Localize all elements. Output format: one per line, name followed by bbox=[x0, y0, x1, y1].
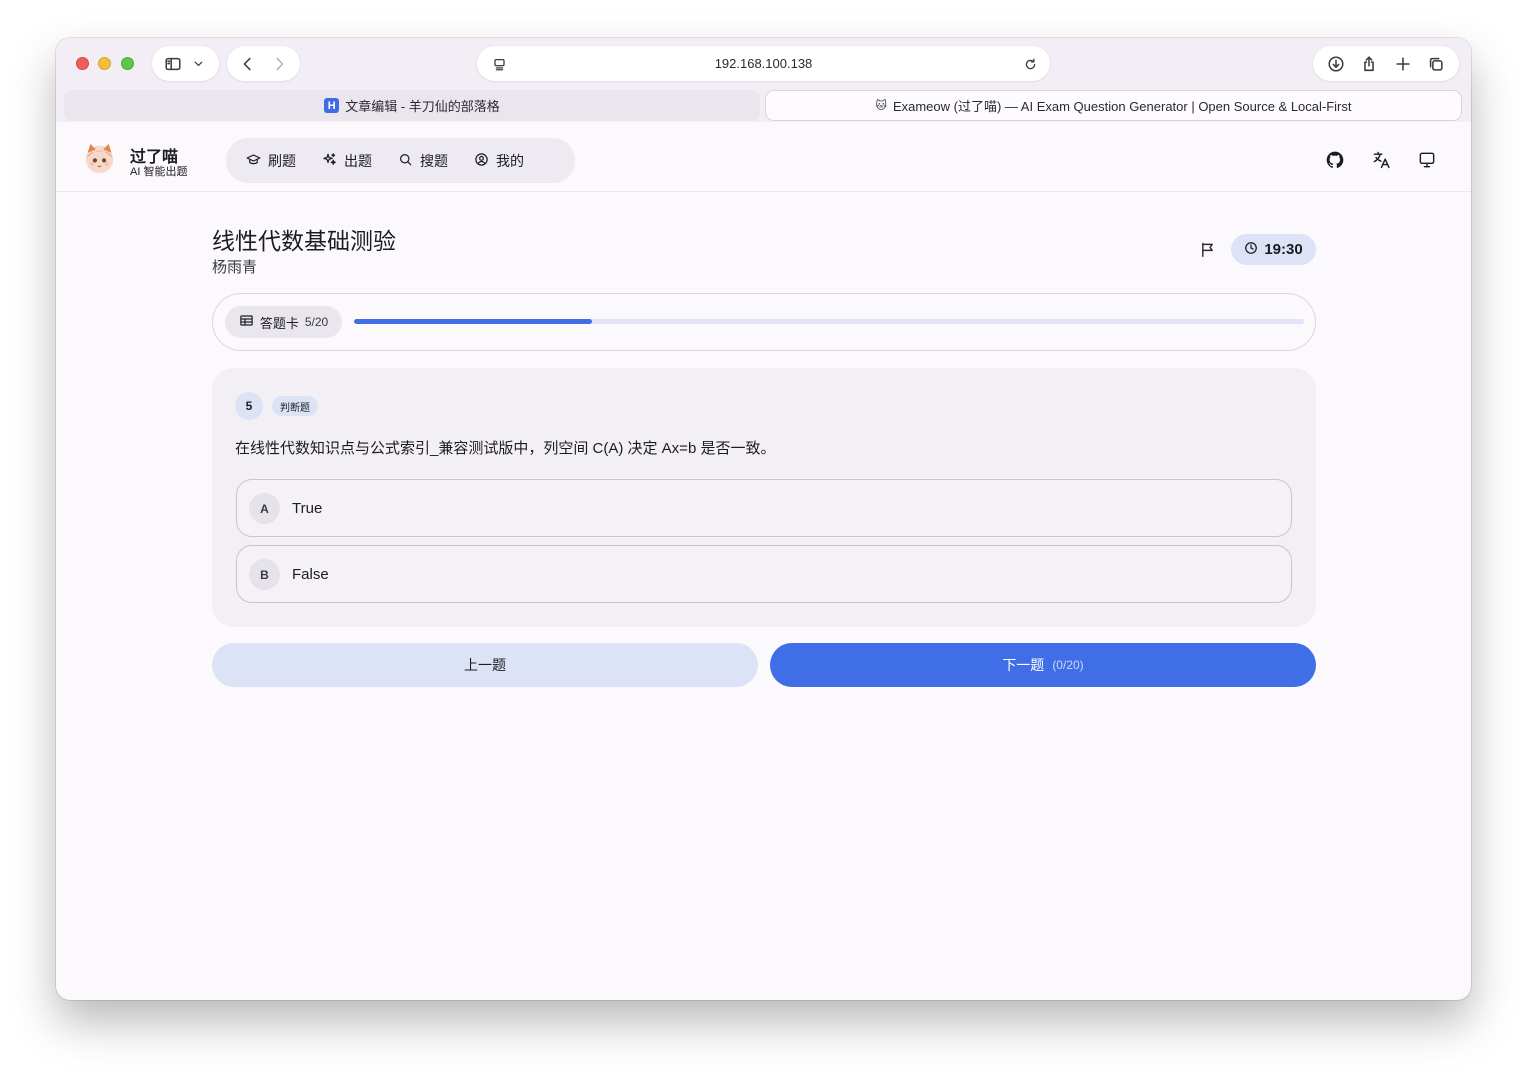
brand-subtitle: AI 智能出题 bbox=[130, 166, 188, 178]
sidebar-toggle-group bbox=[152, 46, 219, 81]
exam-title: 线性代数基础测验 bbox=[212, 228, 396, 254]
browser-actions-group bbox=[1313, 46, 1459, 81]
question-type-badge: 判断题 bbox=[272, 396, 318, 416]
question-card: 5 判断题 在线性代数知识点与公式索引_兼容测试版中，列空间 C(A) 决定 A… bbox=[212, 368, 1316, 627]
timer-badge: 19:30 bbox=[1231, 234, 1316, 265]
answer-card-label: 答题卡 bbox=[259, 315, 299, 331]
nav-generate[interactable]: 出题 bbox=[311, 144, 383, 178]
blog-favicon-icon: H bbox=[324, 98, 340, 113]
answer-sheet-icon bbox=[239, 313, 254, 331]
nav-practice[interactable]: 刷题 bbox=[235, 144, 307, 178]
user-circle-icon bbox=[474, 152, 489, 170]
app-header: 过了喵 AI 智能出题 刷题 出题 搜题 我的 bbox=[56, 122, 1471, 192]
display-icon[interactable] bbox=[1416, 149, 1438, 171]
previous-question-button[interactable]: 上一题 bbox=[212, 643, 758, 687]
nav-label: 刷题 bbox=[268, 152, 296, 169]
browser-window: 192.168.100.138 H 文章编辑 - 羊刀仙的部落格 🐱 Exame… bbox=[56, 38, 1471, 1000]
history-nav-group bbox=[227, 46, 300, 81]
new-tab-icon[interactable] bbox=[1389, 50, 1417, 78]
graduation-cap-icon bbox=[246, 152, 261, 170]
nav-profile[interactable]: 我的 bbox=[463, 144, 535, 178]
browser-tab[interactable]: H 文章编辑 - 羊刀仙的部落格 bbox=[64, 90, 760, 121]
tab-title: 文章编辑 - 羊刀仙的部落格 bbox=[345, 99, 500, 114]
main-nav: 刷题 出题 搜题 我的 bbox=[226, 138, 575, 183]
option-text: True bbox=[292, 500, 323, 517]
github-icon[interactable] bbox=[1324, 149, 1346, 171]
answer-card-button[interactable]: 答题卡 5/20 bbox=[225, 306, 342, 338]
answered-count: (0/20) bbox=[1052, 658, 1084, 672]
clock-icon bbox=[1244, 241, 1258, 259]
timer-value: 19:30 bbox=[1264, 241, 1303, 258]
flag-icon[interactable] bbox=[1196, 238, 1218, 260]
tab-overview-icon[interactable] bbox=[1422, 50, 1450, 78]
question-number: 5 bbox=[235, 392, 263, 420]
sparkles-icon bbox=[322, 152, 337, 170]
progress-bar bbox=[354, 319, 1304, 324]
page-menu-icon[interactable] bbox=[485, 50, 513, 78]
option-letter: A bbox=[249, 493, 280, 524]
previous-label: 上一题 bbox=[464, 657, 506, 673]
zoom-window-button[interactable] bbox=[121, 57, 134, 70]
browser-toolbar: 192.168.100.138 H 文章编辑 - 羊刀仙的部落格 🐱 Exame… bbox=[56, 38, 1471, 122]
sidebar-icon[interactable] bbox=[160, 50, 186, 78]
option-text: False bbox=[292, 566, 329, 583]
browser-tab-active[interactable]: 🐱 Exameow (过了喵) — AI Exam Question Gener… bbox=[765, 90, 1462, 121]
next-question-button[interactable]: 下一题 (0/20) bbox=[770, 643, 1316, 687]
next-label: 下一题 bbox=[1002, 657, 1045, 673]
answer-card-count: 5/20 bbox=[304, 315, 329, 329]
reload-icon[interactable] bbox=[1016, 50, 1044, 78]
option-letter: B bbox=[249, 559, 280, 590]
share-icon[interactable] bbox=[1355, 50, 1383, 78]
cat-icon: 🐱 bbox=[875, 100, 887, 112]
translate-icon[interactable] bbox=[1370, 149, 1392, 171]
back-icon[interactable] bbox=[234, 50, 262, 78]
option-a[interactable]: A True bbox=[236, 479, 1292, 537]
progress-card: 答题卡 5/20 bbox=[212, 293, 1316, 351]
nav-label: 搜题 bbox=[420, 152, 448, 169]
question-text: 在线性代数知识点与公式索引_兼容测试版中，列空间 C(A) 决定 Ax=b 是否… bbox=[235, 440, 776, 457]
progress-bar-fill bbox=[354, 319, 592, 324]
url-text: 192.168.100.138 bbox=[714, 56, 813, 71]
download-icon[interactable] bbox=[1322, 50, 1350, 78]
nav-label: 出题 bbox=[344, 152, 372, 169]
search-icon bbox=[398, 152, 413, 170]
cat-mascot-logo-icon[interactable] bbox=[83, 142, 116, 175]
nav-label: 我的 bbox=[496, 152, 524, 169]
exam-author: 杨雨青 bbox=[212, 259, 258, 276]
minimize-window-button[interactable] bbox=[98, 57, 111, 70]
nav-search[interactable]: 搜题 bbox=[387, 144, 459, 178]
forward-icon[interactable] bbox=[265, 50, 293, 78]
address-bar[interactable]: 192.168.100.138 bbox=[477, 46, 1050, 81]
tab-title: Exameow (过了喵) — AI Exam Question Generat… bbox=[892, 99, 1352, 114]
chevron-down-icon[interactable] bbox=[186, 50, 212, 78]
option-b[interactable]: B False bbox=[236, 545, 1292, 603]
close-window-button[interactable] bbox=[76, 57, 89, 70]
